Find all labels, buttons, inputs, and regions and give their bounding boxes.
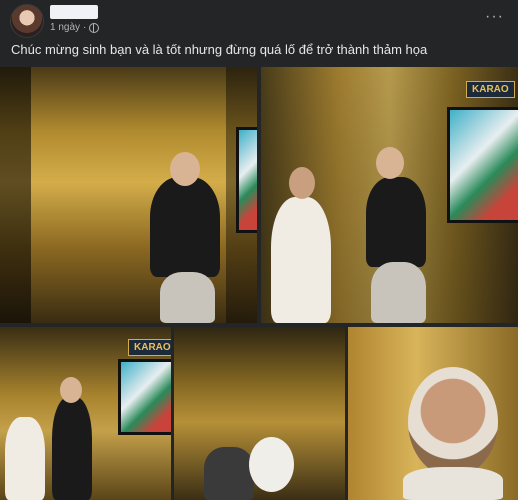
man-head <box>60 377 82 403</box>
photo-1[interactable] <box>0 67 257 323</box>
man-black-shirt <box>366 177 426 267</box>
globe-icon <box>89 22 100 33</box>
person-pants <box>160 272 215 323</box>
photo-5[interactable] <box>348 327 518 500</box>
person-shoulders <box>403 467 503 500</box>
post-meta: 1 ngày · <box>50 22 100 33</box>
tv-screen <box>447 107 518 223</box>
woman-head <box>289 167 315 199</box>
man-head <box>376 147 404 179</box>
post-header: 1 ngày · ··· <box>0 0 518 38</box>
man-pants <box>371 262 426 323</box>
post-time[interactable]: 1 ngày <box>50 22 80 33</box>
woman-white-dress <box>5 417 45 500</box>
more-options-icon[interactable]: ··· <box>485 8 504 26</box>
person-background <box>204 447 254 500</box>
cake-face-closeup <box>408 367 498 477</box>
karaoke-sign: KARAO <box>128 339 171 356</box>
man-black-shirt <box>52 397 92 500</box>
meta-separator: · <box>83 22 87 33</box>
person-black-shirt <box>150 177 220 277</box>
photo-3[interactable]: KARAO <box>0 327 171 500</box>
post-caption: Chúc mừng sinh bạn và là tốt nhưng đừng … <box>11 42 428 57</box>
redacted-author-name[interactable] <box>50 5 98 19</box>
tv-screen <box>118 359 171 435</box>
avatar[interactable] <box>10 4 44 38</box>
photo-4[interactable] <box>174 327 345 500</box>
photo-2[interactable]: KARAO <box>261 67 518 323</box>
photo-grid: KARAO KARAO <box>0 67 518 500</box>
cake-face <box>249 437 294 492</box>
karaoke-sign: KARAO <box>466 81 515 98</box>
person-head <box>170 152 200 186</box>
tv-screen <box>236 127 257 233</box>
woman-white-dress <box>271 197 331 323</box>
